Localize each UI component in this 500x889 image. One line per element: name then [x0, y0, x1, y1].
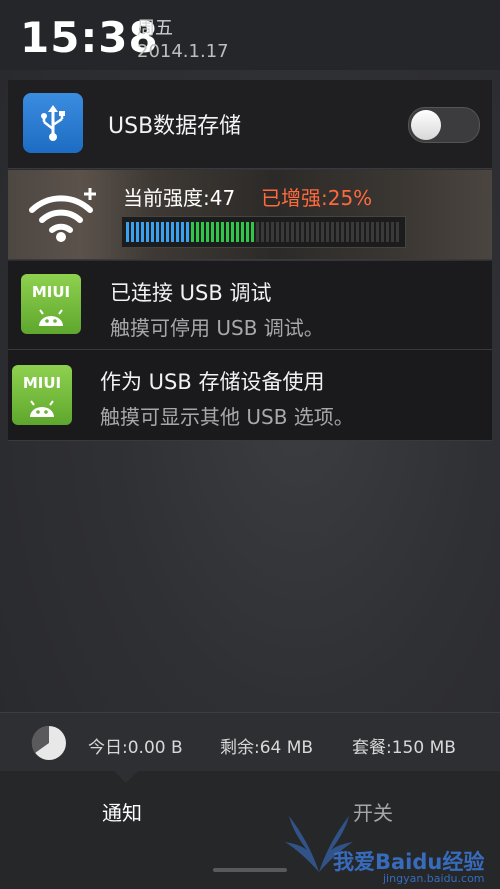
signal-segment	[236, 222, 239, 242]
tab-indicator	[114, 771, 138, 783]
signal-segment	[371, 222, 374, 242]
date-label: 2014.1.17	[137, 41, 229, 62]
signal-segment	[176, 222, 179, 242]
signal-segment	[331, 222, 334, 242]
wifi-boost-icon	[29, 188, 96, 242]
signal-segment	[131, 222, 134, 242]
signal-segment	[276, 222, 279, 242]
signal-segment	[126, 222, 129, 242]
signal-segment	[316, 222, 319, 242]
wifi-boost-row[interactable]: 当前强度:47 已增强:25%	[8, 170, 492, 260]
usb-storage-row[interactable]: USB数据存储	[8, 80, 492, 169]
signal-segment	[226, 222, 229, 242]
signal-strength-label: 当前强度:47	[123, 186, 236, 210]
signal-segment	[306, 222, 309, 242]
signal-segment	[296, 222, 299, 242]
signal-segment	[141, 222, 144, 242]
signal-segment	[271, 222, 274, 242]
signal-segment	[231, 222, 234, 242]
signal-segment	[396, 222, 399, 242]
signal-segment	[136, 222, 139, 242]
signal-segment	[311, 222, 314, 242]
miui-android-icon: MIUI	[21, 274, 81, 334]
signal-segment	[201, 222, 204, 242]
signal-segment	[251, 222, 254, 242]
signal-segment	[336, 222, 339, 242]
signal-segment	[146, 222, 149, 242]
weekday-label: 周五	[137, 18, 173, 39]
signal-segment	[206, 222, 209, 242]
signal-segment	[156, 222, 159, 242]
usb-icon	[23, 93, 83, 153]
today-usage: 今日:0.00 B	[88, 738, 183, 758]
signal-segment	[326, 222, 329, 242]
signal-segment	[366, 222, 369, 242]
usb-storage-label: USB数据存储	[108, 114, 242, 139]
signal-segment	[151, 222, 154, 242]
signal-segment	[286, 222, 289, 242]
signal-segment	[256, 222, 259, 242]
plan-data: 套餐:150 MB	[352, 738, 456, 758]
notification-title: 已连接 USB 调试	[110, 281, 272, 305]
signal-segment	[351, 222, 354, 242]
data-usage-bar[interactable]: 今日:0.00 B 剩余:64 MB 套餐:150 MB	[0, 712, 500, 771]
signal-segment	[191, 222, 194, 242]
miui-android-icon: MIUI	[12, 365, 72, 425]
watermark-url: jingyan.baidu.com	[383, 872, 485, 885]
signal-segment	[221, 222, 224, 242]
signal-segment	[181, 222, 184, 242]
signal-segment	[266, 222, 269, 242]
boost-percent-label: 已增强:25%	[261, 186, 373, 210]
remaining-data: 剩余:64 MB	[220, 738, 314, 758]
signal-segment	[346, 222, 349, 242]
signal-strength-fill	[126, 222, 399, 242]
notification-subtitle: 触摸可停用 USB 调试。	[110, 316, 324, 340]
signal-segment	[361, 222, 364, 242]
signal-segment	[211, 222, 214, 242]
signal-segment	[161, 222, 164, 242]
signal-segment	[166, 222, 169, 242]
signal-segment	[246, 222, 249, 242]
signal-segment	[321, 222, 324, 242]
signal-segment	[186, 222, 189, 242]
signal-segment	[216, 222, 219, 242]
signal-segment	[356, 222, 359, 242]
signal-segment	[301, 222, 304, 242]
tab-notifications[interactable]: 通知	[102, 797, 142, 826]
usb-storage-toggle[interactable]	[408, 107, 480, 143]
signal-strength-bar	[121, 216, 406, 248]
baidu-watermark: 我爱Baidu经验 jingyan.baidu.com	[275, 812, 500, 889]
signal-segment	[196, 222, 199, 242]
notification-subtitle: 触摸可显示其他 USB 选项。	[100, 405, 354, 429]
signal-segment	[281, 222, 284, 242]
signal-segment	[261, 222, 264, 242]
signal-segment	[381, 222, 384, 242]
signal-segment	[341, 222, 344, 242]
toggle-knob	[411, 110, 441, 140]
notification-title: 作为 USB 存储设备使用	[100, 370, 325, 394]
signal-segment	[291, 222, 294, 242]
notification-usb-storage-mode[interactable]: MIUI 作为 USB 存储设备使用 触摸可显示其他 USB 选项。	[8, 350, 492, 441]
signal-segment	[376, 222, 379, 242]
signal-segment	[241, 222, 244, 242]
signal-segment	[171, 222, 174, 242]
data-usage-pie-icon	[31, 725, 66, 760]
notification-usb-debugging[interactable]: MIUI 已连接 USB 调试 触摸可停用 USB 调试。	[8, 261, 492, 350]
status-header: 15:38 周五 2014.1.17	[0, 0, 500, 70]
signal-segment	[391, 222, 394, 242]
signal-segment	[386, 222, 389, 242]
